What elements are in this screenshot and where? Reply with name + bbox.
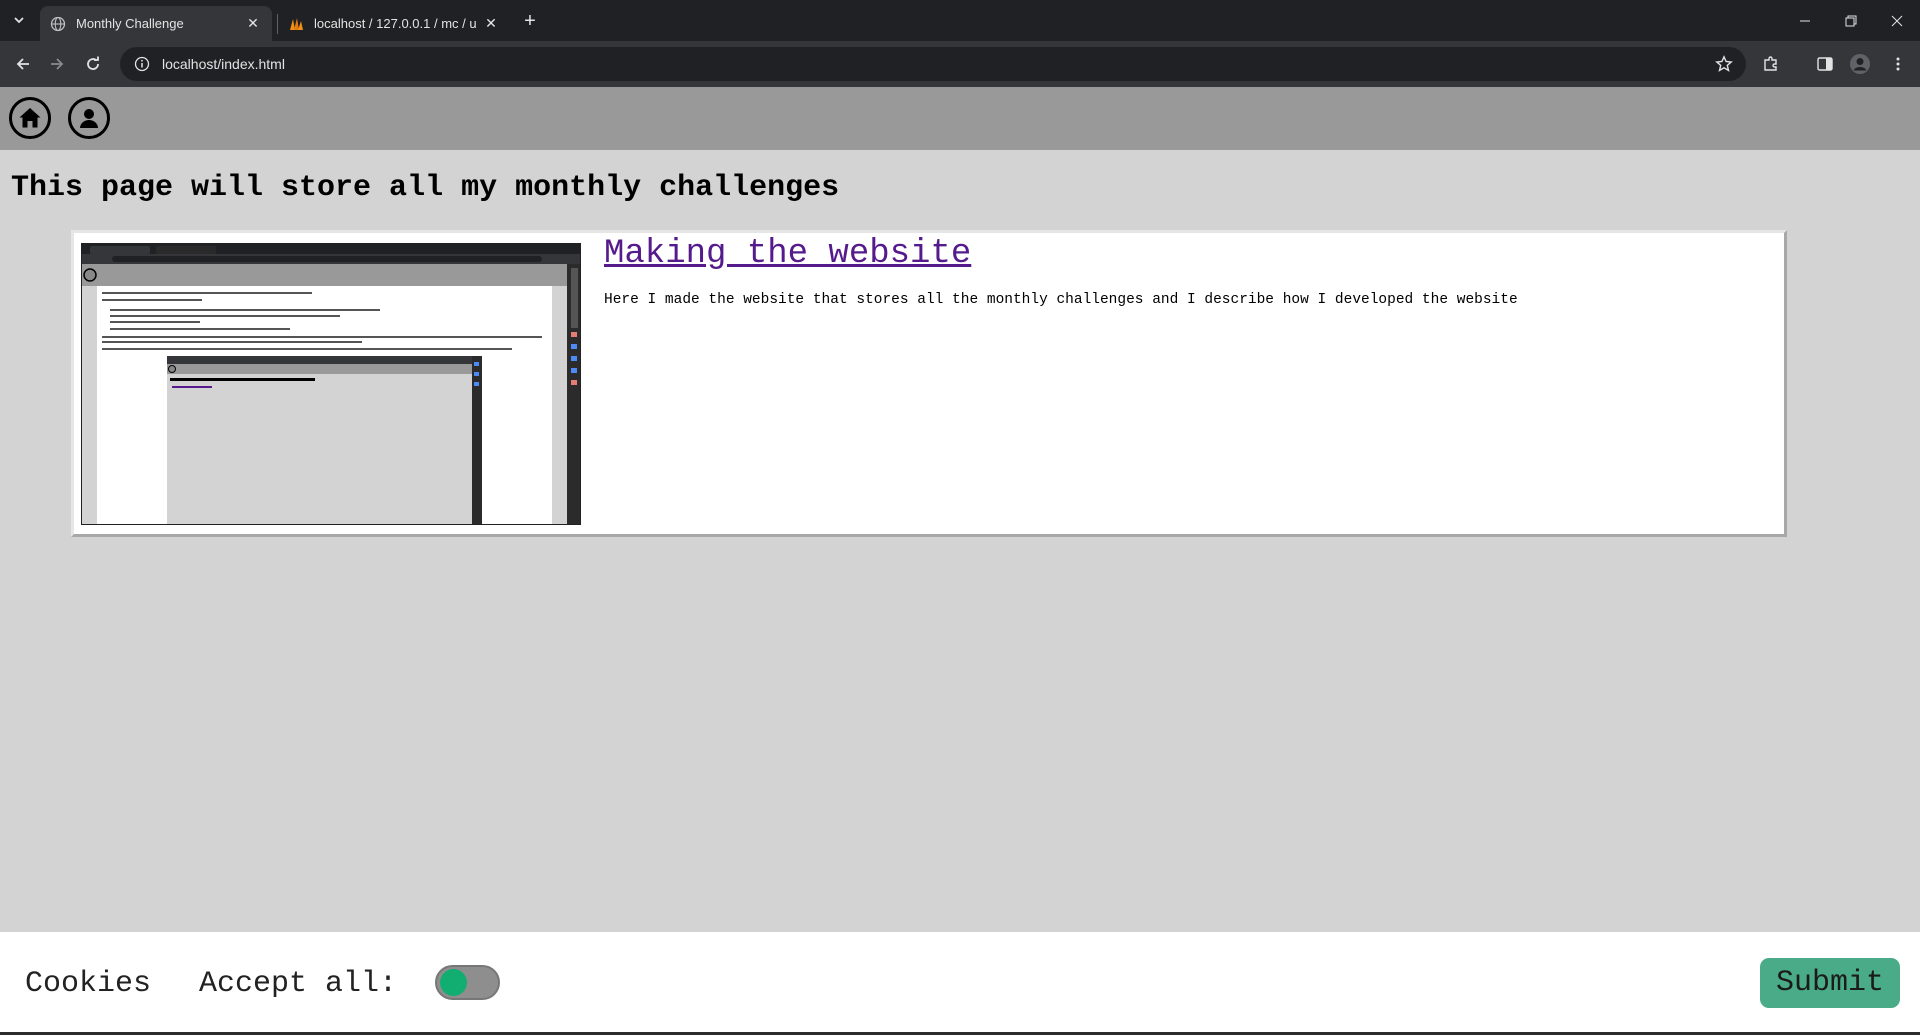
- arrow-left-icon: [16, 58, 29, 70]
- site-info-icon[interactable]: [132, 54, 152, 74]
- puzzle-icon: [1764, 56, 1777, 71]
- challenge-title-link[interactable]: Making the website: [604, 235, 971, 273]
- page-viewport: This page will store all my monthly chal…: [0, 87, 1920, 1035]
- side-panel-button[interactable]: [1810, 49, 1840, 79]
- reload-icon: [87, 56, 99, 70]
- extensions-button[interactable]: [1756, 49, 1786, 79]
- bookmark-star-icon[interactable]: [1714, 54, 1734, 74]
- submit-button[interactable]: Submit: [1760, 958, 1900, 1008]
- close-window-button[interactable]: [1874, 0, 1920, 41]
- restore-icon: [1845, 15, 1857, 26]
- site-header: [0, 87, 1920, 150]
- home-icon: [19, 108, 41, 128]
- cookies-label: Cookies: [25, 967, 152, 1001]
- phpmyadmin-icon: [288, 16, 304, 32]
- page-title: This page will store all my monthly chal…: [11, 171, 840, 205]
- restore-button[interactable]: [1828, 0, 1874, 41]
- side-panel-icon: [1817, 57, 1833, 71]
- avatar-icon: [1850, 54, 1870, 74]
- reload-button[interactable]: [78, 49, 108, 79]
- tab-monthly-challenge[interactable]: Monthly Challenge ✕: [40, 6, 272, 41]
- back-button[interactable]: [8, 49, 38, 79]
- url-text: localhost/index.html: [162, 56, 285, 72]
- user-icon: [80, 109, 98, 128]
- more-vertical-icon: [1896, 57, 1900, 71]
- close-tab-icon[interactable]: ✕: [482, 15, 500, 33]
- arrow-right-icon: [51, 58, 64, 70]
- close-tab-icon[interactable]: ✕: [244, 15, 262, 33]
- minimize-icon: [1800, 20, 1810, 21]
- tab-title: localhost / 127.0.0.1 / mc / user: [314, 16, 476, 31]
- browser-toolbar: localhost/index.html: [0, 41, 1920, 87]
- profile-button[interactable]: [1845, 49, 1875, 79]
- browser-menu-button[interactable]: [1883, 49, 1913, 79]
- tab-search-button[interactable]: [6, 8, 32, 32]
- new-tab-button[interactable]: +: [518, 9, 542, 33]
- challenge-thumbnail: [81, 243, 581, 525]
- accept-all-label: Accept all:: [199, 967, 398, 1001]
- forward-button[interactable]: [42, 49, 72, 79]
- minimize-button[interactable]: [1782, 0, 1828, 41]
- chevron-down-icon: [14, 17, 24, 24]
- browser-tab-bar: Monthly Challenge ✕ localhost / 127.0.0.…: [0, 0, 1920, 41]
- accept-all-toggle[interactable]: [435, 965, 500, 1000]
- tab-title: Monthly Challenge: [76, 16, 184, 31]
- profile-nav-button[interactable]: [68, 97, 110, 139]
- close-icon: [1891, 15, 1903, 26]
- globe-icon: [50, 16, 66, 32]
- home-button[interactable]: [9, 97, 51, 139]
- cookie-banner: Cookies Accept all: Submit: [0, 932, 1920, 1035]
- challenge-card: Making the website Here I made the websi…: [71, 230, 1787, 537]
- toggle-knob: [440, 969, 467, 996]
- tab-phpmyadmin[interactable]: localhost / 127.0.0.1 / mc / user ✕: [278, 6, 510, 41]
- challenge-description: Here I made the website that stores all …: [604, 292, 1518, 308]
- address-bar[interactable]: localhost/index.html: [120, 47, 1746, 81]
